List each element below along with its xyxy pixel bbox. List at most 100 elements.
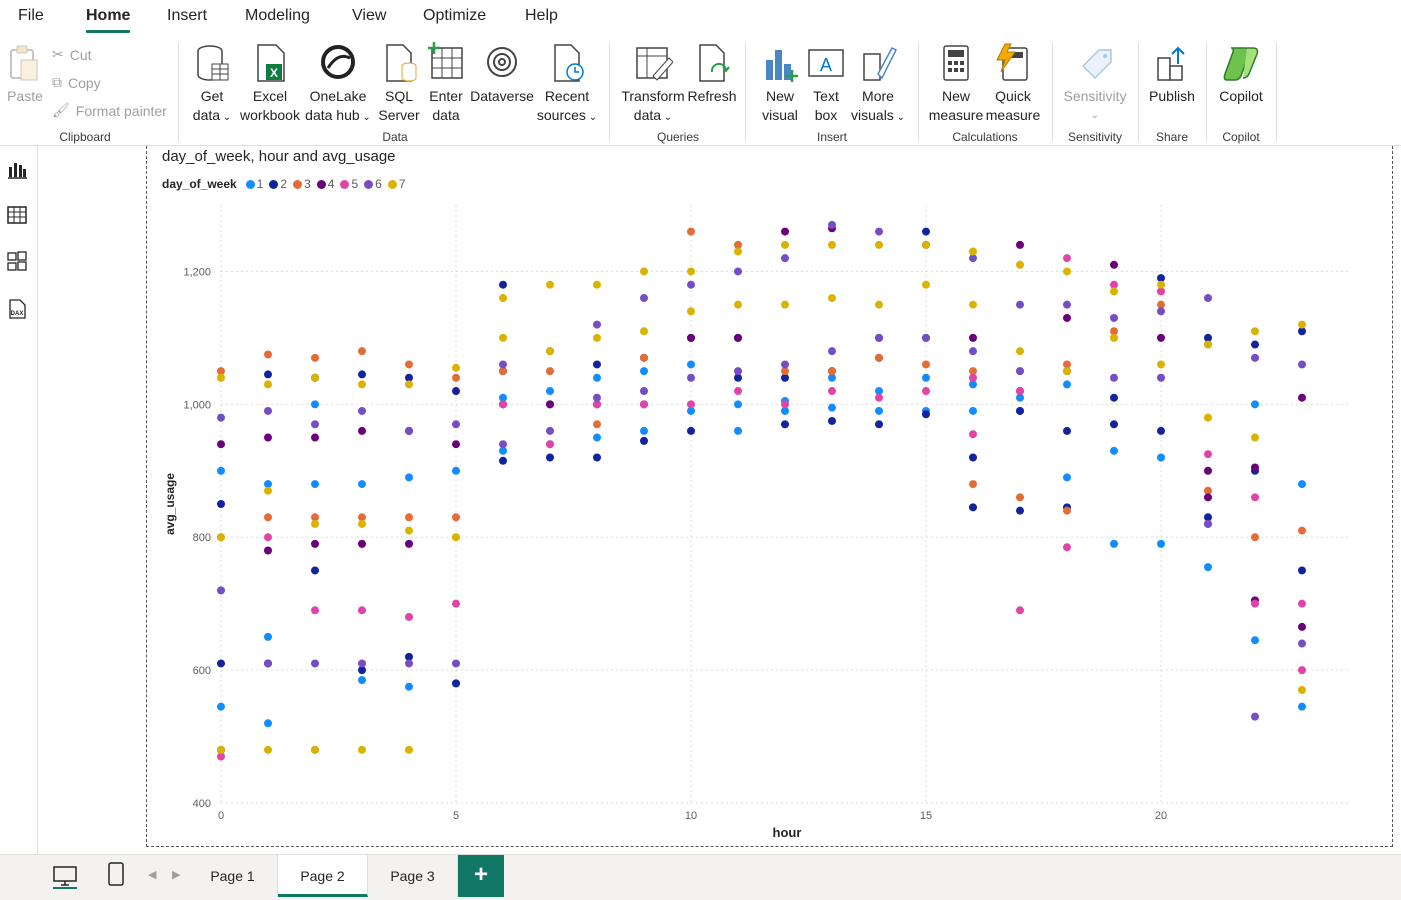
dataverse-button[interactable]: Dataverse — [470, 42, 534, 106]
menu-tab-file[interactable]: File — [18, 7, 44, 25]
menu-tab-optimize[interactable]: Optimize — [423, 7, 486, 25]
svg-text:A: A — [820, 55, 832, 75]
clipboard-group-label: Clipboard — [59, 130, 111, 144]
transform-label-1: Transform — [621, 88, 685, 104]
desktop-layout-icon[interactable] — [52, 863, 78, 889]
model-view-icon[interactable] — [6, 250, 28, 272]
onelake-data-hub-button[interactable]: OneLake data hub ⌄ — [302, 42, 374, 127]
table-view-icon[interactable] — [6, 204, 28, 226]
excel-label-1: Excel — [252, 88, 288, 104]
sensitivity-group-label: Sensitivity — [1067, 130, 1123, 144]
copy-button[interactable]: ⧉ Copy — [52, 74, 101, 91]
refresh-icon — [699, 44, 730, 82]
enter-data-button[interactable]: Enter data — [424, 42, 468, 125]
onelake-label-1: OneLake — [309, 88, 367, 104]
scissors-icon: ✂ — [52, 46, 64, 62]
legend-marker — [387, 179, 397, 189]
menu-tab-insert[interactable]: Insert — [167, 7, 207, 25]
get-data-button[interactable]: Get data ⌄ — [188, 42, 236, 127]
legend-marker — [269, 179, 279, 189]
legend-label: 3 — [304, 177, 311, 191]
menu-tab-view[interactable]: View — [352, 7, 386, 25]
quick-measure-button[interactable]: Quick measure — [984, 42, 1042, 125]
ribbon-separator — [1206, 42, 1207, 142]
calculations-group-label: Calculations — [952, 130, 1018, 144]
menu-tab-help[interactable]: Help — [525, 7, 558, 25]
copilot-button[interactable]: Copilot — [1214, 42, 1268, 106]
chevron-down-icon: ⌄ — [359, 112, 371, 123]
report-view-icon[interactable] — [6, 158, 28, 180]
copilot-group-label: Copilot — [1222, 130, 1260, 144]
excel-workbook-button[interactable]: X Excel workbook — [238, 42, 302, 125]
ribbon-separator — [178, 42, 179, 142]
dax-query-icon[interactable]: DAX — [6, 298, 28, 320]
refresh-label: Refresh — [687, 88, 737, 104]
chevron-right-icon[interactable]: ▶ — [172, 868, 180, 881]
page-tab-1[interactable]: Page 1 — [188, 855, 278, 897]
chevron-down-icon: ⌄ — [661, 112, 673, 123]
sql-server-icon — [386, 44, 417, 82]
new-visual-label-2: visual — [762, 107, 798, 123]
more-visuals-button[interactable]: More visuals ⌄ — [850, 42, 906, 127]
new-visual-icon — [766, 50, 798, 82]
sensitivity-label: Sensitivity — [1063, 88, 1127, 104]
ribbon-separator — [1276, 42, 1277, 142]
format-painter-button[interactable]: 🖌 Format painter — [52, 102, 167, 119]
legend-item[interactable]: 1 — [245, 177, 263, 191]
mobile-layout-icon[interactable] — [106, 861, 126, 887]
table-add-icon — [428, 42, 463, 79]
quick-measure-label-1: Quick — [995, 88, 1031, 104]
legend-item[interactable]: 7 — [387, 177, 406, 191]
get-data-label-1: Get — [200, 88, 224, 104]
transform-data-button[interactable]: Transform data ⌄ — [618, 42, 688, 127]
share-group-label: Share — [1155, 130, 1189, 144]
excel-label-2: workbook — [240, 107, 300, 123]
publish-button[interactable]: Publish — [1146, 42, 1198, 106]
quick-measure-label-2: measure — [985, 107, 1041, 123]
legend-label: 5 — [351, 177, 359, 191]
transform-label-2: data — [633, 107, 662, 123]
legend-item[interactable]: 3 — [293, 177, 311, 191]
new-visual-label-1: New — [765, 88, 794, 104]
new-visual-button[interactable]: New visual — [758, 42, 802, 125]
legend-marker — [316, 179, 326, 189]
onelake-label-2: data hub — [305, 107, 360, 123]
legend-item[interactable]: 2 — [269, 177, 287, 191]
sql-server-button[interactable]: SQL Server — [376, 42, 422, 125]
add-page-button[interactable]: + — [458, 855, 504, 897]
new-measure-button[interactable]: New measure — [928, 42, 984, 125]
text-box-button[interactable]: A Text box — [804, 42, 848, 125]
ribbon-separator — [1052, 42, 1053, 142]
page-tab-bar: ◀ ▶ Page 1 Page 2 Page 3 + — [0, 854, 1401, 900]
legend-label: 4 — [327, 177, 335, 191]
svg-text:DAX: DAX — [11, 311, 24, 317]
text-box-label-2: box — [814, 107, 838, 123]
menu-tab-home[interactable]: Home — [86, 7, 131, 33]
page-tab-3[interactable]: Page 3 — [368, 855, 458, 897]
sensitivity-label-icon — [1081, 49, 1112, 80]
chevron-left-icon[interactable]: ◀ — [148, 868, 156, 881]
brush-icon: 🖌 — [52, 102, 70, 118]
ribbon-separator — [918, 42, 919, 142]
menu-tab-modeling[interactable]: Modeling — [245, 7, 310, 25]
page-tab-2[interactable]: Page 2 — [278, 855, 368, 897]
cut-button[interactable]: ✂ Cut — [52, 46, 92, 63]
publish-icon — [1157, 46, 1185, 81]
svg-text:X: X — [270, 66, 278, 80]
recent-sources-button[interactable]: Recent sources ⌄ — [536, 42, 598, 127]
scatter-visual-frame[interactable] — [146, 146, 1393, 847]
legend-item[interactable]: 4 — [316, 177, 335, 191]
paste-label: Paste — [7, 88, 43, 104]
paste-button[interactable]: Paste — [6, 42, 44, 106]
legend-marker — [340, 179, 350, 189]
refresh-button[interactable]: Refresh — [686, 42, 738, 106]
quick-measure-icon — [996, 43, 1028, 81]
ribbon-separator — [609, 42, 610, 142]
sensitivity-button[interactable]: Sensitivity ⌄ — [1060, 42, 1130, 125]
legend-item[interactable]: 6 — [364, 177, 382, 191]
chevron-down-icon: ⌄ — [585, 112, 598, 123]
chevron-down-icon: ⌄ — [893, 112, 905, 123]
text-box-label-1: Text — [813, 88, 839, 104]
legend-marker — [364, 179, 374, 189]
legend-item[interactable]: 5 — [340, 177, 358, 191]
